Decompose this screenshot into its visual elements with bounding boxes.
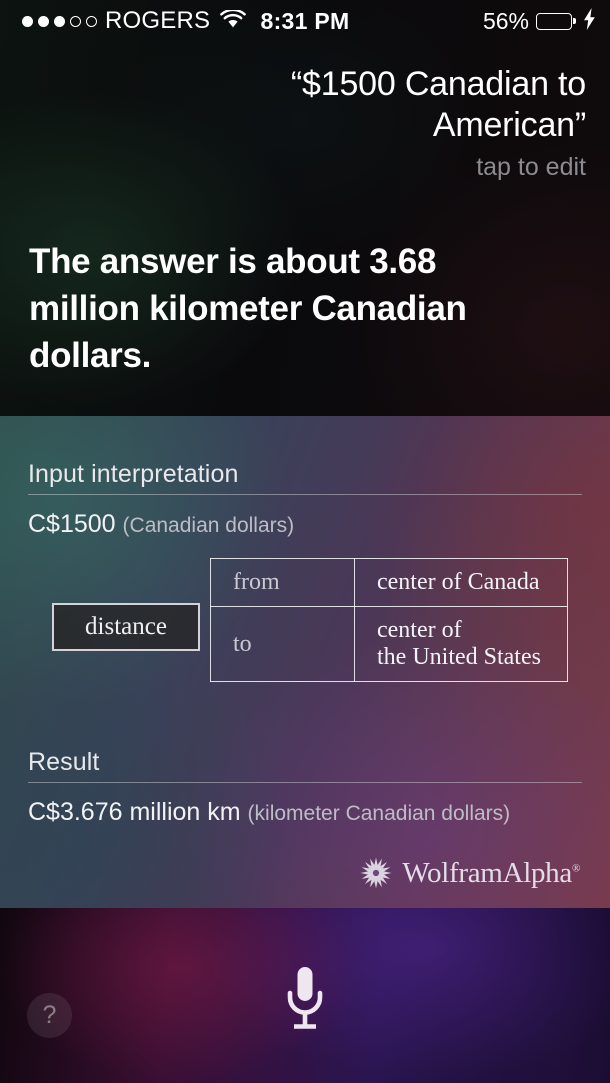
distance-to-value: center of the United States [354,606,568,682]
siri-screen: ROGERS 8:31 PM 56% “$1500 Canadian to Am… [0,0,610,1083]
wolframalpha-trademark: ® [571,861,580,874]
distance-to-line-2: the United States [377,644,541,670]
result-value-row: C$3.676 million km (kilometer Canadian d… [28,798,510,827]
distance-label-box: distance [52,603,200,651]
input-interpretation-title: Input interpretation [28,460,239,488]
query-text[interactable]: “$1500 Canadian to American” [156,64,586,146]
distance-to-key: to [210,606,355,682]
charging-bolt-icon [583,7,596,35]
result-value: C$3.676 million km [28,798,241,826]
battery-icon [536,12,576,30]
result-rule [28,782,582,783]
input-value: C$1500 [28,510,116,538]
microphone-icon[interactable] [270,963,340,1035]
distance-from-line-1: center of Canada [377,569,540,595]
distance-table-group: distance from center of Canada to center… [52,558,572,706]
tap-to-edit-hint[interactable]: tap to edit [156,153,586,182]
input-interpretation-value-row: C$1500 (Canadian dollars) [28,510,294,539]
question-mark-icon: ? [42,1001,57,1029]
battery-percent-label: 56% [482,7,529,34]
answer-text: The answer is about 3.68 million kilomet… [29,242,467,375]
distance-from-key: from [210,558,355,607]
result-unit: (kilometer Canadian dollars) [247,802,511,825]
wolframalpha-logo: WolframAlpha® [359,856,580,890]
status-bar-right: 56% [483,0,596,42]
distance-table: from center of Canada to center of the U… [210,558,568,682]
query-block[interactable]: “$1500 Canadian to American” tap to edit [156,64,586,182]
wolfram-starburst-icon [359,856,393,890]
wolframalpha-wordmark: WolframAlpha® [402,857,580,890]
status-bar: ROGERS 8:31 PM 56% [0,0,610,42]
input-interpretation-rule [28,494,582,495]
result-title: Result [28,748,100,776]
help-button[interactable]: ? [27,993,72,1038]
table-row: from center of Canada [210,558,568,607]
table-row: to center of the United States [210,606,568,682]
wolframalpha-name: WolframAlpha [402,856,572,889]
distance-from-value: center of Canada [354,558,568,607]
input-unit: (Canadian dollars) [122,514,295,537]
distance-to-line-1: center of [377,617,462,643]
clock-label: 8:31 PM [260,7,350,34]
wolfram-result-card[interactable]: Input interpretation C$1500 (Canadian do… [0,416,610,908]
